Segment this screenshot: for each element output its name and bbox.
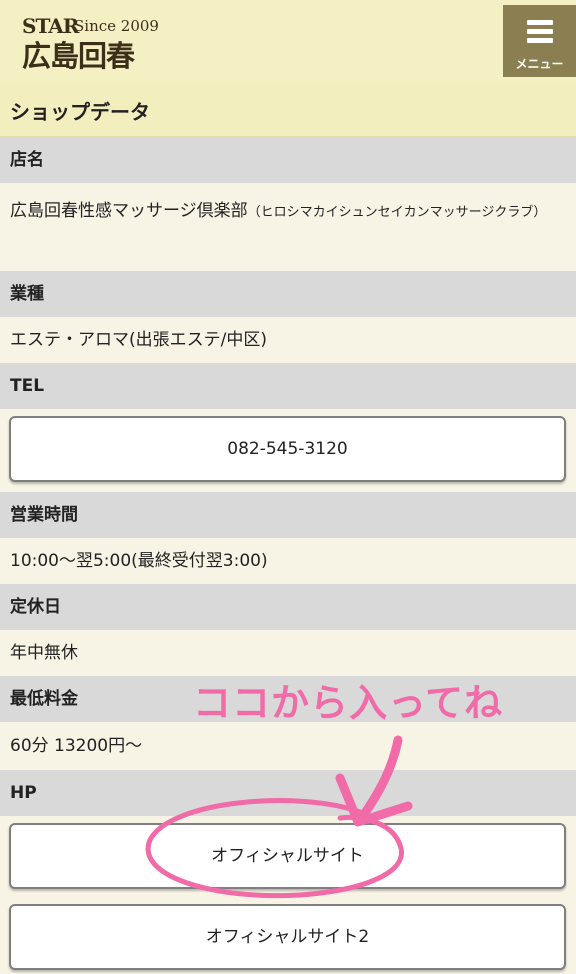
hp-label-row: HP bbox=[0, 770, 576, 816]
shop-name-label-row: 店名 bbox=[0, 137, 576, 183]
holiday-label: 定休日 bbox=[10, 597, 61, 617]
industry-value-row: エステ・アロマ(出張エステ/中区) bbox=[0, 317, 576, 363]
hamburger-menu-icon bbox=[527, 20, 553, 47]
hp-label: HP bbox=[10, 783, 37, 803]
industry-label-row: 業種 bbox=[0, 271, 576, 317]
holiday-label-row: 定休日 bbox=[0, 584, 576, 630]
tel-number: 082-545-3120 bbox=[227, 439, 348, 459]
hours-label: 営業時間 bbox=[10, 505, 78, 525]
logo-name-text: 広島回春 bbox=[22, 39, 135, 73]
min-price-value: 60分 13200円〜 bbox=[10, 736, 143, 756]
section-title-bar: ショップデータ bbox=[0, 82, 576, 137]
hours-value: 10:00〜翌5:00(最終受付翌3:00) bbox=[10, 551, 268, 571]
menu-button[interactable]: メニュー bbox=[503, 5, 576, 77]
tel-call-button[interactable]: 082-545-3120 bbox=[9, 416, 566, 482]
tel-label: TEL bbox=[10, 376, 45, 396]
min-price-value-row: 60分 13200円〜 bbox=[0, 722, 576, 770]
official-site-button[interactable]: オフィシャルサイト bbox=[9, 823, 566, 889]
holiday-value-row: 年中無休 bbox=[0, 630, 576, 676]
annotation-text: ココから入ってね bbox=[193, 681, 504, 725]
official-site-2-button[interactable]: オフィシャルサイト2 bbox=[9, 904, 566, 970]
official-site-2-label: オフィシャルサイト2 bbox=[205, 927, 370, 947]
min-price-label: 最低料金 bbox=[10, 689, 78, 709]
menu-button-label: メニュー bbox=[515, 57, 564, 71]
hours-label-row: 営業時間 bbox=[0, 492, 576, 538]
industry-value: エステ・アロマ(出張エステ/中区) bbox=[10, 330, 267, 350]
site-header: STAR Since 2009 広島回春 メニュー bbox=[0, 0, 576, 82]
section-title: ショップデータ bbox=[10, 100, 150, 124]
industry-label: 業種 bbox=[10, 284, 44, 304]
shop-name-label: 店名 bbox=[10, 150, 44, 170]
shop-name-value: 広島回春性感マッサージ倶楽部 bbox=[10, 201, 248, 221]
official-site-label: オフィシャルサイト bbox=[211, 846, 364, 866]
holiday-value: 年中無休 bbox=[10, 643, 78, 663]
shop-name-kana: （ヒロシマカイシュンセイカンマッサージクラブ） bbox=[247, 205, 547, 220]
shop-name-value-row: 広島回春性感マッサージ倶楽部（ヒロシマカイシュンセイカンマッサージクラブ） bbox=[0, 183, 576, 271]
site-logo[interactable]: STAR Since 2009 広島回春 bbox=[22, 14, 202, 73]
hours-value-row: 10:00〜翌5:00(最終受付翌3:00) bbox=[0, 538, 576, 584]
tel-label-row: TEL bbox=[0, 363, 576, 409]
